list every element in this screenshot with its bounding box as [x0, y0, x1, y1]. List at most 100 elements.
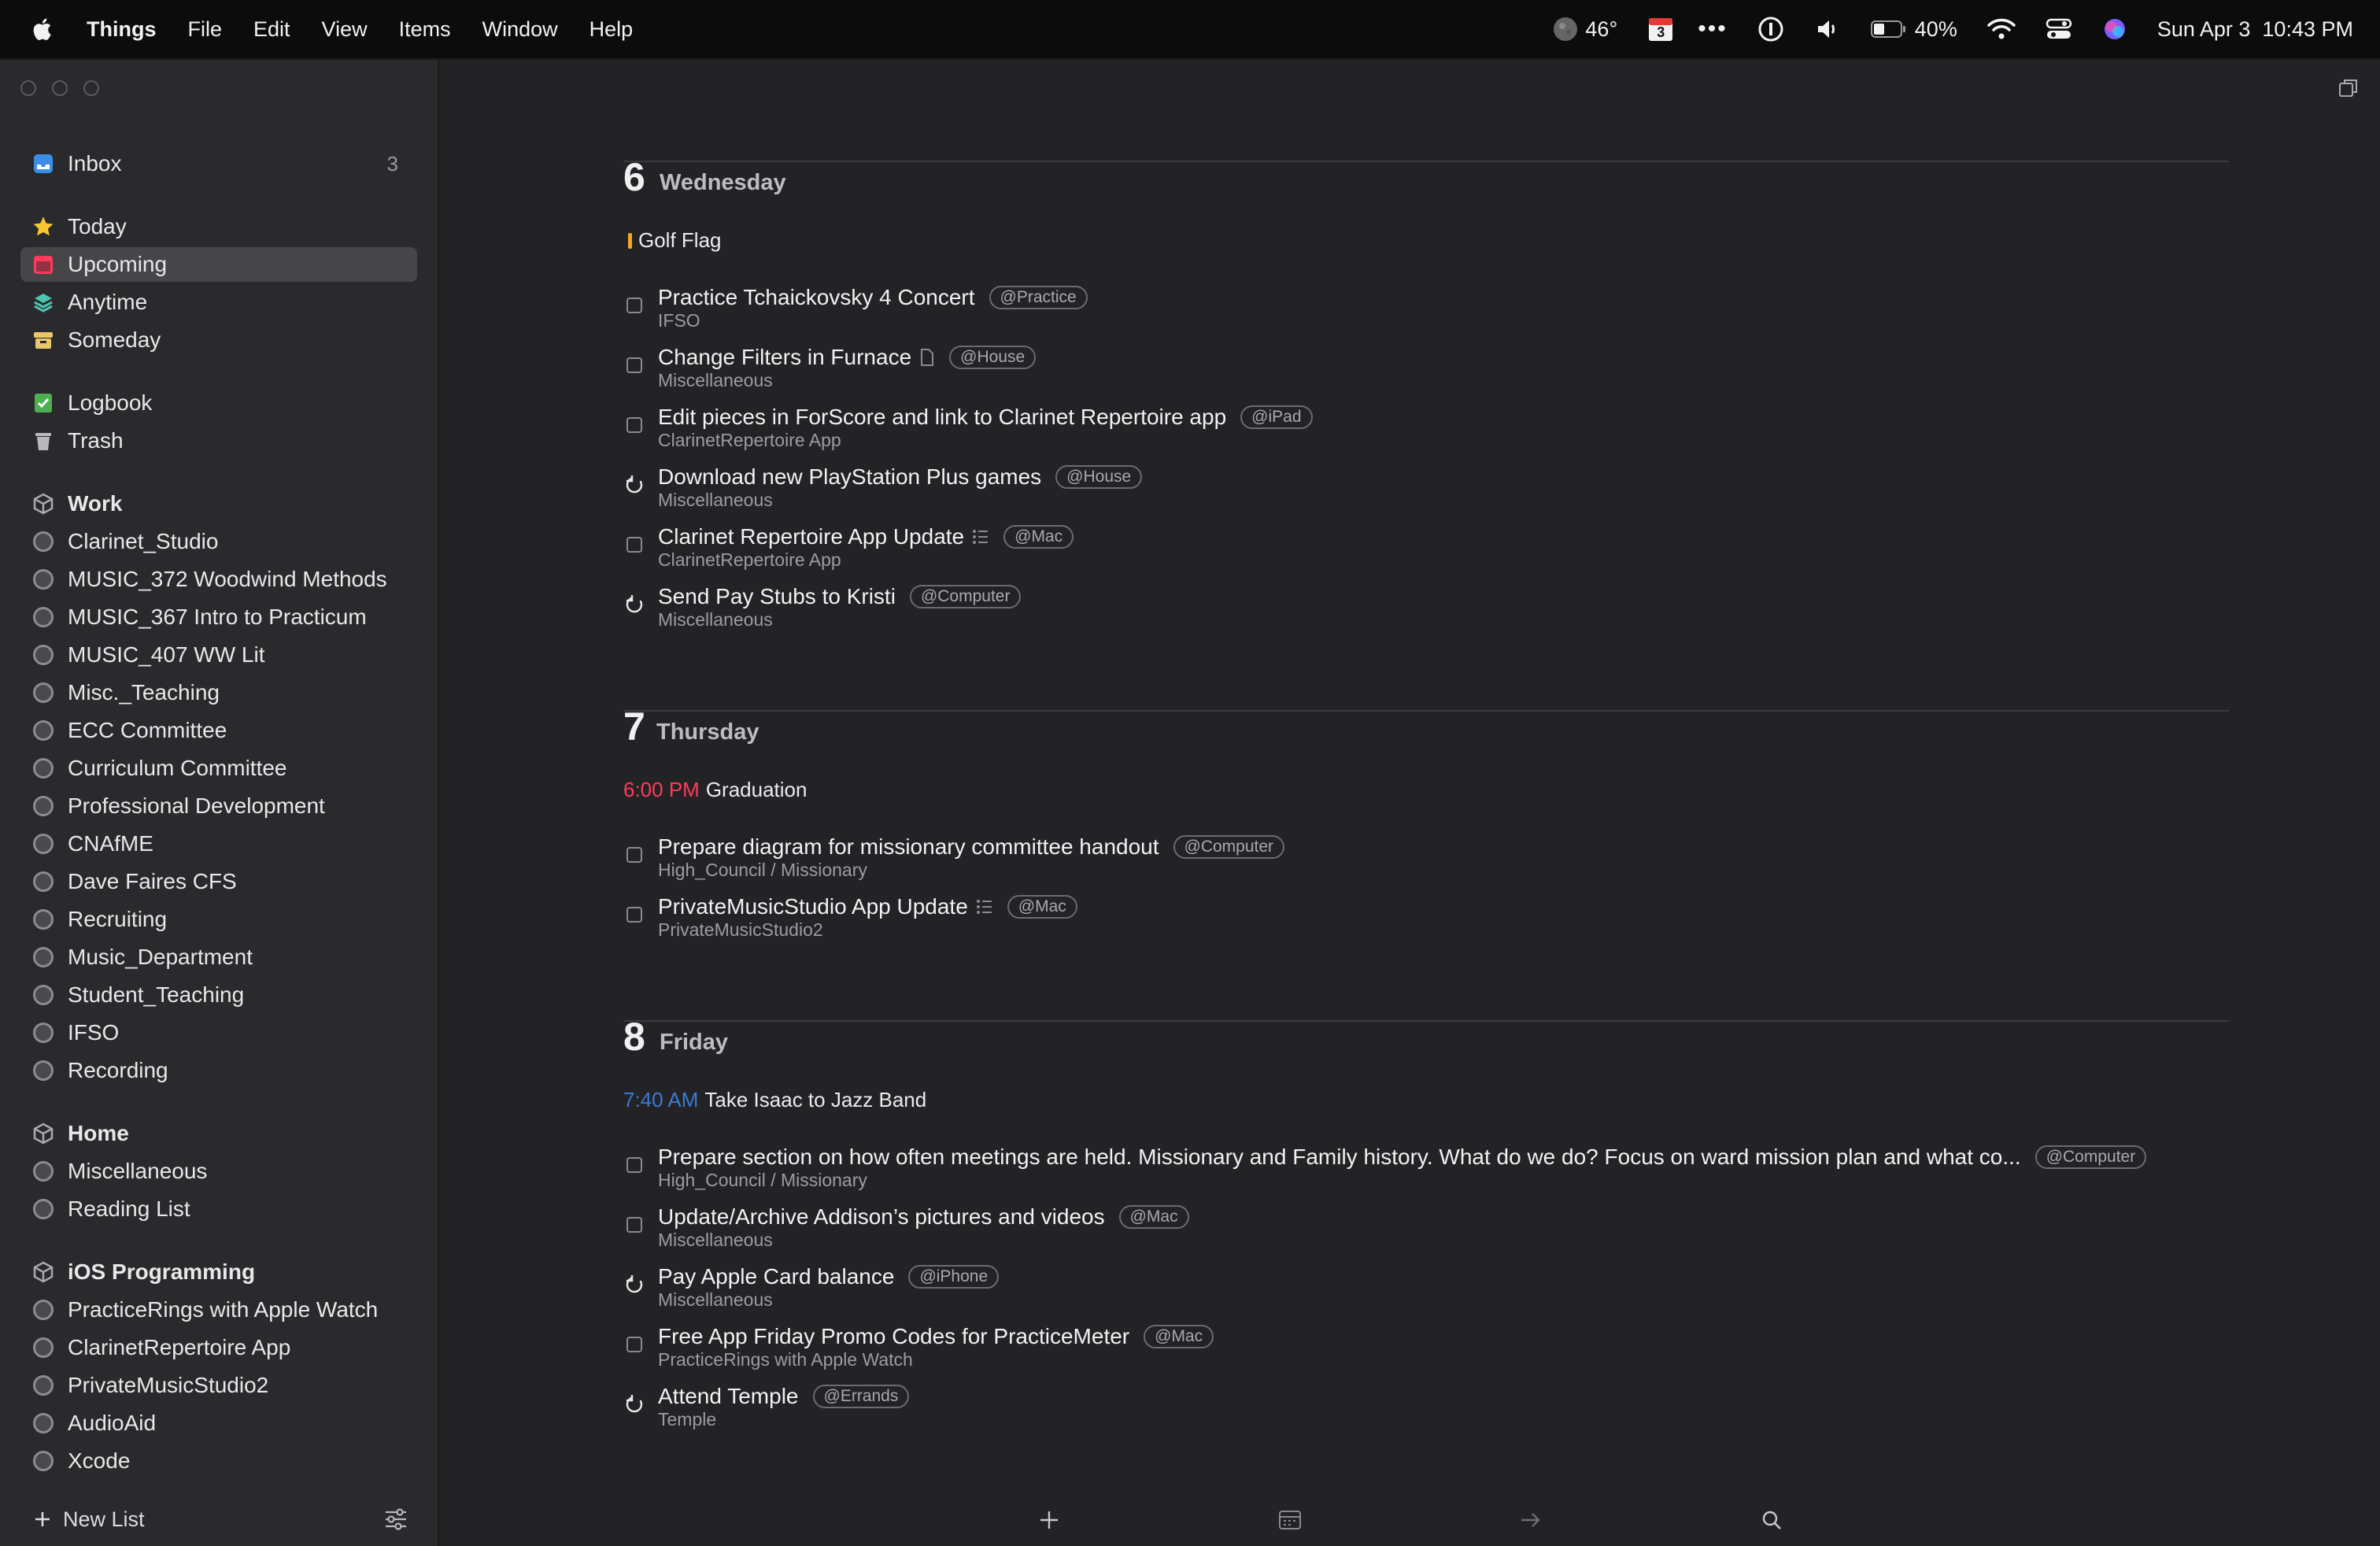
menu-view[interactable]: View [322, 17, 368, 42]
task-tag[interactable]: @Computer [2034, 1145, 2147, 1169]
sidebar-project[interactable]: MUSIC_372 Woodwind Methods [20, 562, 417, 597]
task-tag[interactable]: @Mac [1003, 525, 1074, 549]
sidebar-project[interactable]: Reading List [20, 1192, 417, 1226]
menu-file[interactable]: File [188, 17, 223, 42]
move-button[interactable] [1519, 1508, 1543, 1532]
task-row[interactable]: Update/Archive Addison’s pictures and vi… [623, 1204, 2229, 1264]
repeat-icon[interactable] [625, 475, 645, 495]
sidebar-item-upcoming[interactable]: Upcoming [20, 247, 417, 282]
siri-icon[interactable] [2102, 17, 2127, 42]
when-button[interactable] [1278, 1508, 1302, 1532]
task-row[interactable]: Send Pay Stubs to Kristi @Computer Miscel… [623, 584, 2229, 644]
task-tag[interactable]: @Mac [1118, 1205, 1189, 1229]
task-checkbox[interactable] [626, 1157, 642, 1173]
sidebar-area-home[interactable]: Home [20, 1116, 417, 1151]
sidebar-project[interactable]: MUSIC_367 Intro to Practicum [20, 600, 417, 634]
sidebar-project[interactable]: Xcode [20, 1444, 417, 1478]
calendar-event[interactable]: Golf Flag [623, 228, 722, 253]
task-checkbox[interactable] [626, 1337, 642, 1352]
menu-edit[interactable]: Edit [253, 17, 290, 42]
weather-status[interactable]: 46° [1552, 16, 1617, 43]
task-checkbox[interactable] [626, 847, 642, 863]
apple-icon[interactable] [30, 15, 57, 43]
sidebar-project[interactable]: ClarinetRepertoire App [20, 1330, 417, 1365]
sidebar-project[interactable]: Dave Faires CFS [20, 864, 417, 899]
task-tag[interactable]: @Practice [989, 286, 1088, 309]
task-tag[interactable]: @Mac [1007, 895, 1077, 919]
volume-icon[interactable] [1814, 16, 1841, 43]
task-checkbox[interactable] [626, 537, 642, 553]
quick-find-button[interactable] [1760, 1508, 1783, 1532]
more-icon[interactable]: ••• [1698, 16, 1728, 43]
task-tag[interactable]: @Errands [812, 1385, 910, 1408]
filter-settings-icon[interactable] [384, 1508, 408, 1530]
task-row[interactable]: PrivateMusicStudio App Update @Mac Privat… [623, 894, 2229, 954]
task-row[interactable]: Prepare diagram for missionary committee… [623, 834, 2229, 894]
sidebar-project[interactable]: CNAfME [20, 827, 417, 861]
sidebar-project[interactable]: Clarinet_Studio [20, 524, 417, 559]
task-tag[interactable]: @iPad [1240, 405, 1313, 429]
menu-items[interactable]: Items [399, 17, 451, 42]
task-checkbox[interactable] [626, 298, 642, 313]
password-icon[interactable] [1757, 16, 1784, 43]
sidebar-item-logbook[interactable]: Logbook [20, 386, 417, 420]
task-row[interactable]: Download new PlayStation Plus games @Hous… [623, 464, 2229, 524]
task-checkbox[interactable] [626, 357, 642, 373]
sidebar-item-today[interactable]: Today [20, 209, 417, 244]
sidebar-project[interactable]: Recruiting [20, 902, 417, 937]
new-window-icon[interactable] [2338, 77, 2360, 99]
task-row[interactable]: Change Filters in Furnace @House Miscella… [623, 345, 2229, 405]
wifi-icon[interactable] [1987, 17, 2016, 41]
task-row[interactable]: Clarinet Repertoire App Update @Mac Clari… [623, 524, 2229, 584]
repeat-icon[interactable] [625, 1274, 645, 1295]
task-tag[interactable]: @Computer [1173, 835, 1285, 859]
new-todo-button[interactable] [1037, 1508, 1061, 1532]
sidebar-item-someday[interactable]: Someday [20, 323, 417, 357]
sidebar-area-ios-programming[interactable]: iOS Programming [20, 1255, 417, 1289]
new-list-button[interactable]: New List [33, 1507, 145, 1532]
sidebar-project[interactable]: Miscellaneous [20, 1154, 417, 1189]
task-checkbox[interactable] [626, 907, 642, 923]
task-row[interactable]: Free App Friday Promo Codes for Practice… [623, 1324, 2229, 1384]
menu-app-name[interactable]: Things [87, 17, 157, 42]
sidebar-project[interactable]: IFSO [20, 1015, 417, 1050]
sidebar-project[interactable]: Curriculum Committee [20, 751, 417, 786]
sidebar-project[interactable]: Student_Teaching [20, 978, 417, 1012]
battery-status[interactable]: 40% [1870, 17, 1957, 42]
task-tag[interactable]: @Mac [1144, 1325, 1214, 1348]
task-row[interactable]: Practice Tchaickovsky 4 Concert @Practice… [623, 285, 2229, 345]
sidebar-project[interactable]: PrivateMusicStudio2 [20, 1368, 417, 1403]
sidebar-item-trash[interactable]: Trash [20, 423, 417, 458]
sidebar-project[interactable]: Music_Department [20, 940, 417, 975]
repeat-icon[interactable] [625, 1394, 645, 1415]
minimize-window-button[interactable] [52, 80, 68, 96]
sidebar-project[interactable]: MUSIC_407 WW Lit [20, 638, 417, 672]
task-row[interactable]: Pay Apple Card balance @iPhone Miscellane… [623, 1264, 2229, 1324]
close-window-button[interactable] [20, 80, 36, 96]
sidebar-project[interactable]: Professional Development [20, 789, 417, 823]
sidebar-project[interactable]: PracticeRings with Apple Watch [20, 1293, 417, 1327]
calendar-event[interactable]: 7:40 AM Take Isaac to Jazz Band [623, 1088, 926, 1112]
task-tag[interactable]: @House [1055, 465, 1143, 489]
sidebar-area-work[interactable]: Work [20, 486, 417, 521]
task-row[interactable]: Prepare section on how often meetings ar… [623, 1145, 2229, 1204]
task-tag[interactable]: @Computer [909, 585, 1022, 608]
menu-help[interactable]: Help [589, 17, 634, 42]
sidebar-project[interactable]: Misc._Teaching [20, 675, 417, 710]
calendar-event[interactable]: 6:00 PM Graduation [623, 778, 807, 802]
calendar-status[interactable]: 3 [1647, 16, 1682, 43]
task-row[interactable]: Attend Temple @Errands Temple [623, 1384, 2229, 1444]
task-row[interactable]: Edit pieces in ForScore and link to Clar… [623, 405, 2229, 464]
task-checkbox[interactable] [626, 417, 642, 433]
control-center-icon[interactable] [2046, 17, 2072, 41]
task-tag[interactable]: @House [949, 346, 1037, 369]
sidebar-item-anytime[interactable]: Anytime [20, 285, 417, 320]
sidebar-project[interactable]: Recording [20, 1053, 417, 1088]
sidebar-project[interactable]: AudioAid [20, 1406, 417, 1441]
zoom-window-button[interactable] [83, 80, 99, 96]
sidebar-item-inbox[interactable]: Inbox 3 [20, 146, 417, 181]
task-checkbox[interactable] [626, 1217, 642, 1233]
datetime[interactable]: Sun Apr 3 10:43 PM [2157, 17, 2353, 42]
task-tag[interactable]: @iPhone [908, 1265, 1000, 1289]
sidebar-project[interactable]: ECC Committee [20, 713, 417, 748]
